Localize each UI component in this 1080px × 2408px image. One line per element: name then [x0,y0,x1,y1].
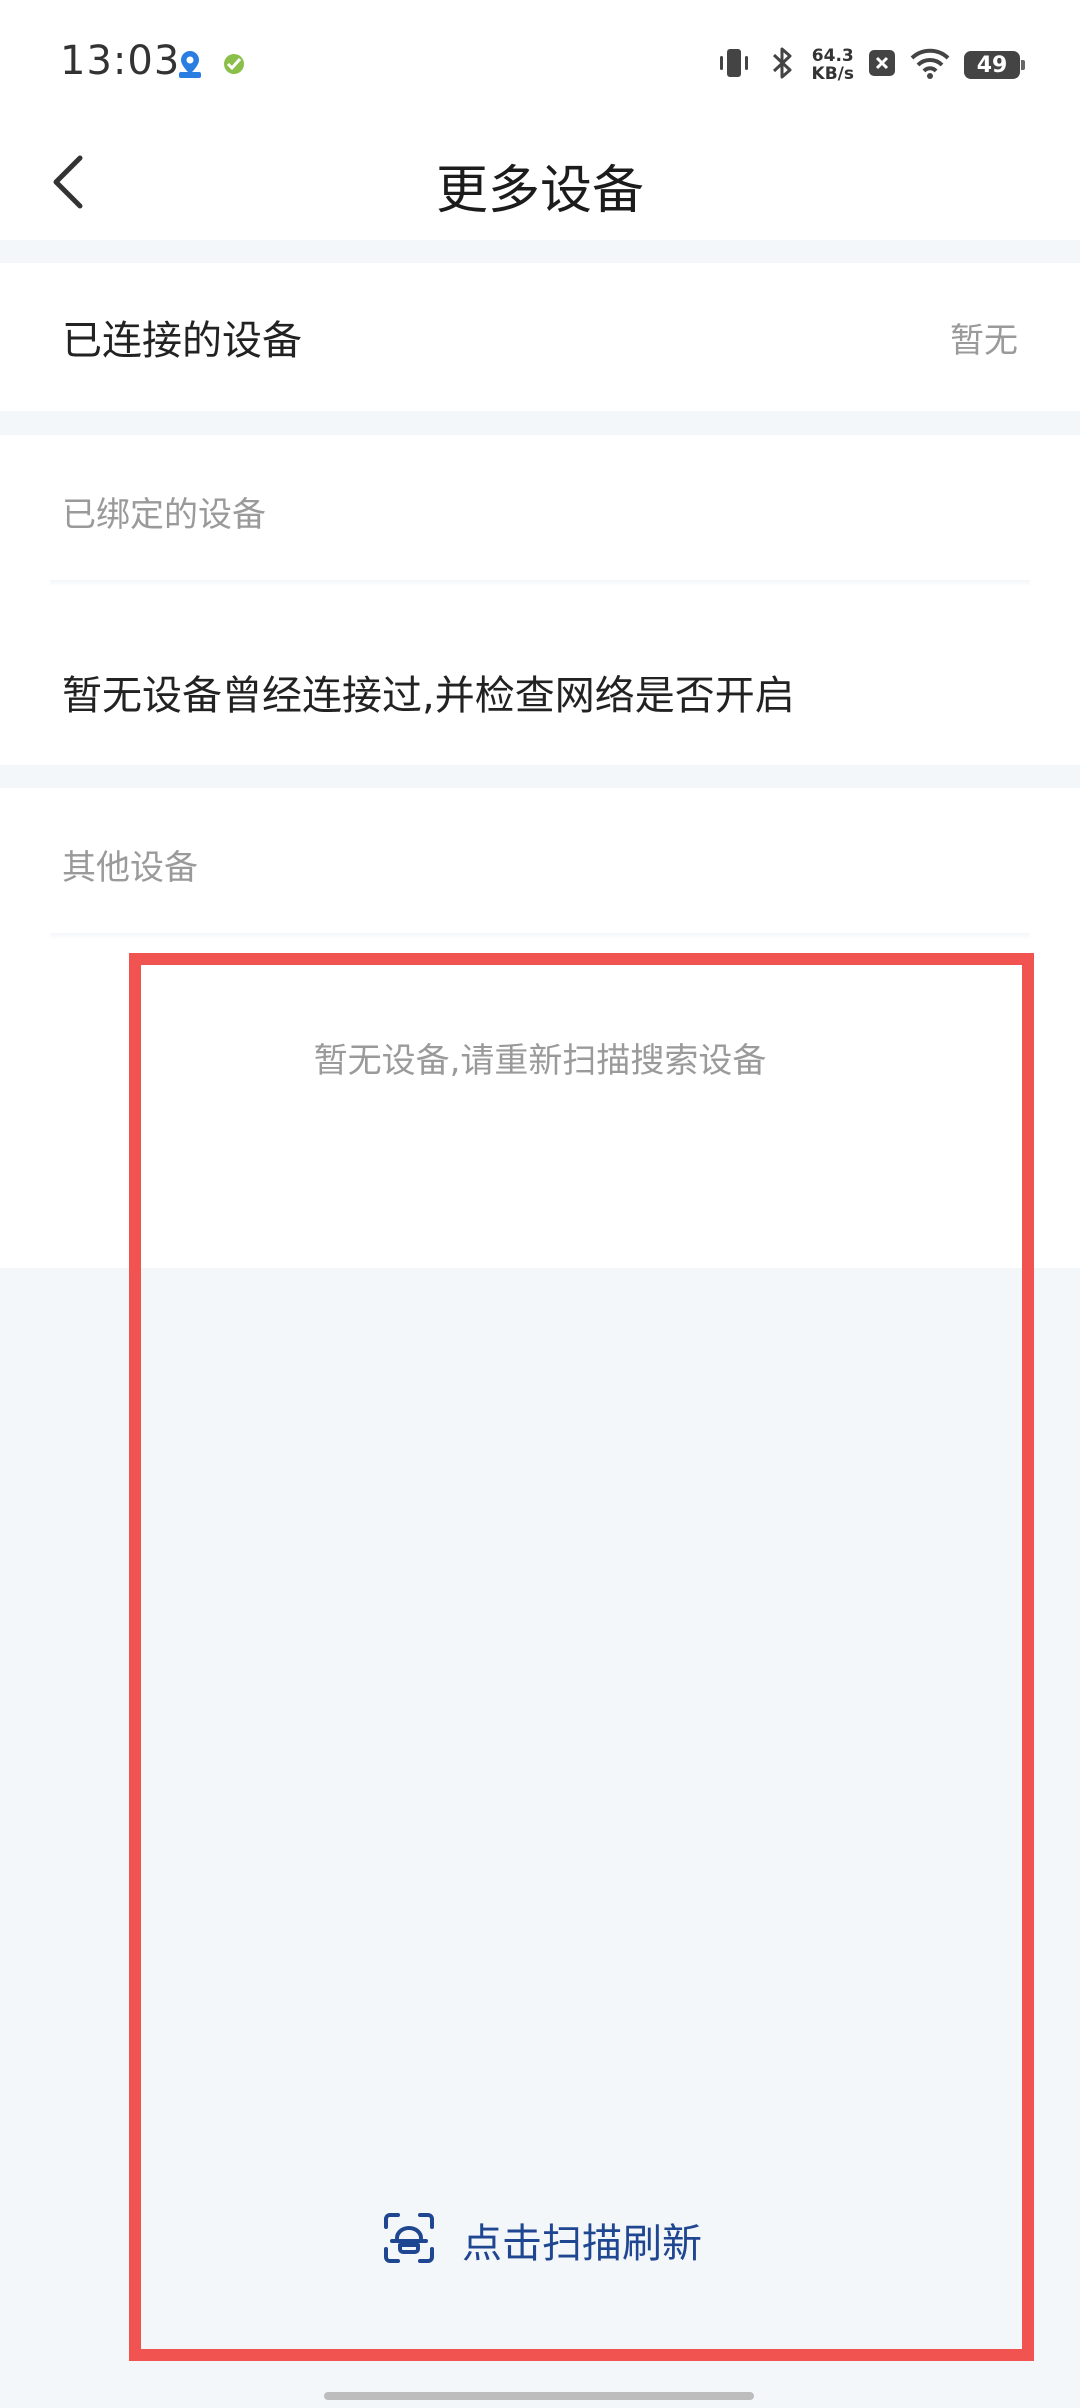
page-title: 更多设备 [435,160,644,221]
section-divider [50,933,1030,939]
status-time: 13:03 [60,38,181,84]
section-divider [50,580,1030,586]
gesture-navigation-bar[interactable] [324,2392,754,2400]
network-speed-unit: KB/s [811,64,854,84]
battery-icon: 49 [964,51,1025,79]
other-devices-label: 其他设备 [62,848,198,888]
scan-refresh-label: 点击扫描刷新 [462,2221,702,2267]
network-speed: 64.3 KB/s [812,47,854,83]
other-devices-empty-text: 暂无设备,请重新扫描搜索设备 [313,1041,767,1081]
bluetooth-icon [766,45,798,85]
more-devices-page: 13:03 64.3 KB/s 49 更多设备 已连接的设备 暂无 已绑定的设备… [0,0,1080,2408]
status-icons: 64.3 KB/s 49 [716,40,1025,90]
close-notification-icon [868,48,896,82]
bound-devices-label: 已绑定的设备 [62,495,266,535]
app-header: 更多设备 [0,130,1080,240]
vibrate-icon [716,45,752,85]
network-speed-value: 64.3 [811,46,854,66]
baidu-map-app-icon [174,48,206,80]
scan-refresh-button[interactable]: 点击扫描刷新 [382,2208,702,2272]
bound-devices-empty-text: 暂无设备曾经连接过,并检查网络是否开启 [62,673,795,719]
battery-level: 49 [976,52,1008,78]
status-bar: 13:03 64.3 KB/s 49 [0,0,1080,130]
app-notification-icon [218,48,250,80]
bound-devices-section: 已绑定的设备 暂无设备曾经连接过,并检查网络是否开启 [0,435,1080,765]
connected-devices-row[interactable]: 已连接的设备 暂无 [0,263,1080,411]
connected-devices-value: 暂无 [950,320,1018,361]
other-devices-section: 其他设备 暂无设备,请重新扫描搜索设备 [0,788,1080,1268]
scan-refresh-icon [382,2211,436,2269]
wifi-icon [910,46,950,84]
connected-devices-title: 已连接的设备 [62,318,302,364]
